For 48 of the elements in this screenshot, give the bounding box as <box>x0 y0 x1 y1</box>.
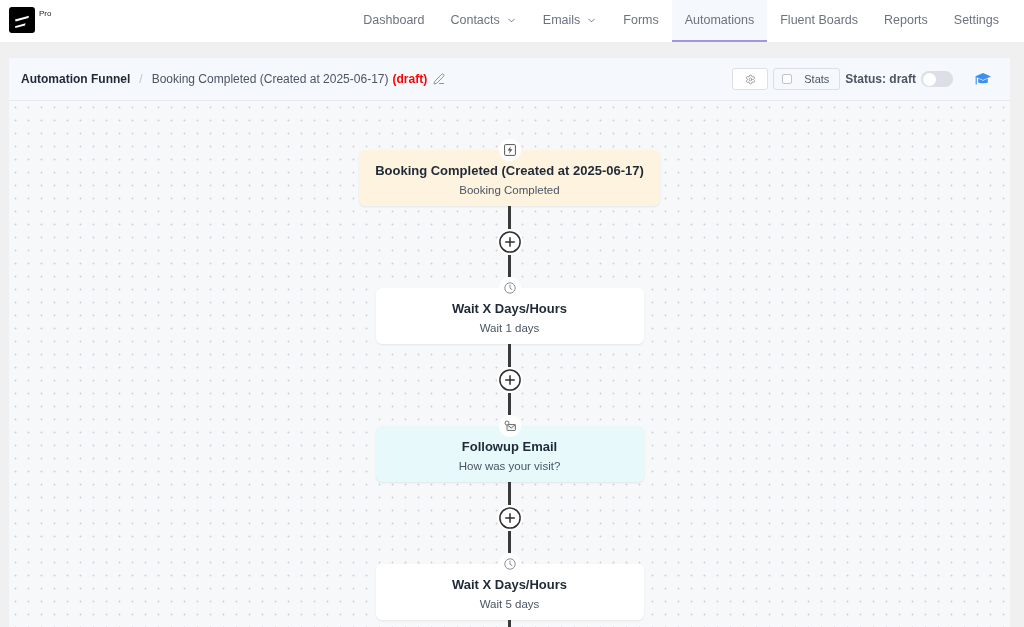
connector-line <box>508 531 511 553</box>
nav-tab[interactable]: Fluent Boards <box>767 0 872 42</box>
connector-line <box>508 482 511 505</box>
nav-tab[interactable]: Automations <box>671 0 768 42</box>
add-step-button[interactable] <box>496 505 523 531</box>
add-step-button[interactable] <box>496 229 523 255</box>
step-title: Wait X Days/Hours <box>451 576 568 594</box>
step-subtitle: Wait 5 days <box>479 597 540 612</box>
plus-circle-icon <box>498 507 521 529</box>
step-title: Wait X Days/Hours <box>451 300 568 318</box>
funnel-title: Booking Completed (Created at 2025-06-17) <box>151 71 389 88</box>
connector-line <box>508 255 511 277</box>
add-step-button[interactable] <box>496 367 523 393</box>
funnel-step-card[interactable]: Followup Email How was your visit? <box>375 426 644 482</box>
draft-tag: (draft) <box>392 70 428 88</box>
step-subtitle: Wait 1 days <box>479 321 540 336</box>
status-toggle[interactable] <box>921 71 953 87</box>
graduation-cap-icon[interactable] <box>975 72 991 86</box>
funnel-step-card[interactable]: Booking Completed (Created at 2025-06-17) Booking Completed <box>359 150 660 206</box>
nav-tab[interactable]: Reports <box>871 0 941 42</box>
connector-line <box>508 206 511 229</box>
pencil-icon[interactable] <box>433 73 446 85</box>
envelope-icon <box>498 415 521 437</box>
logo-icon[interactable] <box>9 7 35 33</box>
connector-line <box>508 344 511 367</box>
nav-tab[interactable]: Emails <box>529 0 611 42</box>
step-subtitle: How was your visit? <box>458 459 561 474</box>
funnel-step-card[interactable]: Wait X Days/Hours Wait 5 days <box>375 564 644 620</box>
stats-button[interactable]: Stats <box>773 68 841 90</box>
nav-tab[interactable]: Dashboard <box>350 0 438 42</box>
nav-tab[interactable]: Contacts <box>437 0 530 42</box>
funnel-step-card[interactable]: Wait X Days/Hours Wait 1 days <box>375 288 644 344</box>
settings-button[interactable] <box>732 68 769 90</box>
step-title: Followup Email <box>461 438 558 456</box>
nav-tab[interactable]: Forms <box>610 0 672 42</box>
lightning-icon <box>498 139 521 161</box>
pro-label: Pro <box>39 10 52 18</box>
gear-icon <box>744 73 756 85</box>
plus-circle-icon <box>498 369 521 391</box>
stats-checkbox[interactable] <box>782 74 793 84</box>
status-label: Status: draft <box>845 71 916 88</box>
nav-tab[interactable]: Settings <box>940 0 1012 42</box>
connector-line <box>508 393 511 415</box>
step-title: Booking Completed (Created at 2025-06-17) <box>375 162 644 180</box>
plus-circle-icon <box>498 231 521 253</box>
breadcrumb-separator: / <box>139 71 143 88</box>
step-subtitle: Booking Completed <box>459 183 560 198</box>
breadcrumb-link[interactable]: Automation Funnel <box>21 70 131 88</box>
